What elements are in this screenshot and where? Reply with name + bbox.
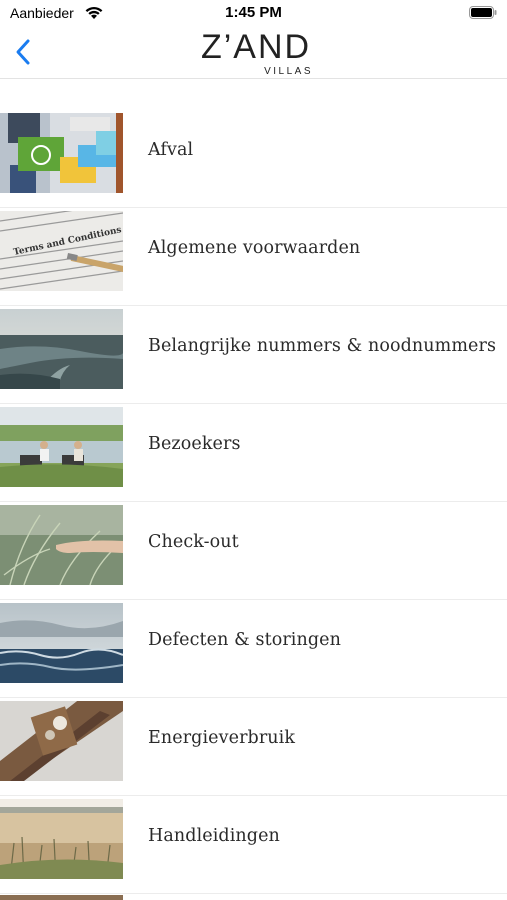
wood-lantern-photo-icon [0,701,123,781]
list-item-belangrijke-nummers[interactable]: Belangrijke nummers & noodnummers [0,306,507,404]
tidal-flats-photo-icon [0,309,123,389]
recycling-photo-icon [0,113,123,193]
list-item-handleidingen[interactable]: Handleidingen [0,796,507,894]
zand-villas-logo: Z’AND VILLAS [201,28,313,76]
logo-main-text: Z’AND [201,28,311,66]
item-label: Belangrijke nummers & noodnummers [148,336,497,356]
grass-hand-photo-icon [0,505,123,585]
wheat-field-photo-icon [0,799,123,879]
navigation-bar: Z’AND VILLAS [0,26,507,79]
item-label: Energieverbruik [148,728,296,748]
list-item-energieverbruik[interactable]: Energieverbruik [0,698,507,796]
info-list: Afval Terms and Conditions Algemene voor… [0,110,507,894]
next-item-photo-icon [0,895,123,900]
list-item-check-out[interactable]: Check-out [0,502,507,600]
item-label: Defecten & storingen [148,630,341,650]
battery-icon [469,6,497,24]
item-label: Afval [148,140,194,160]
list-item-algemene-voorwaarden[interactable]: Terms and Conditions Algemene voorwaarde… [0,208,507,306]
sea-photo-icon [0,603,123,683]
list-item-bezoekers[interactable]: Bezoekers [0,404,507,502]
logo-sub-text: VILLAS [264,66,313,76]
status-bar: Aanbieder 1:45 PM [0,0,507,26]
chevron-left-icon [16,39,30,65]
back-button[interactable] [12,36,38,68]
visitors-photo-icon [0,407,123,487]
item-label: Algemene voorwaarden [148,238,361,258]
item-label: Check-out [148,532,239,552]
terms-document-photo-icon: Terms and Conditions [0,211,123,291]
status-time: 1:45 PM [225,4,282,21]
list-item-defecten-storingen[interactable]: Defecten & storingen [0,600,507,698]
list-item-afval[interactable]: Afval [0,110,507,208]
item-label: Handleidingen [148,826,280,846]
item-label: Bezoekers [148,434,241,454]
